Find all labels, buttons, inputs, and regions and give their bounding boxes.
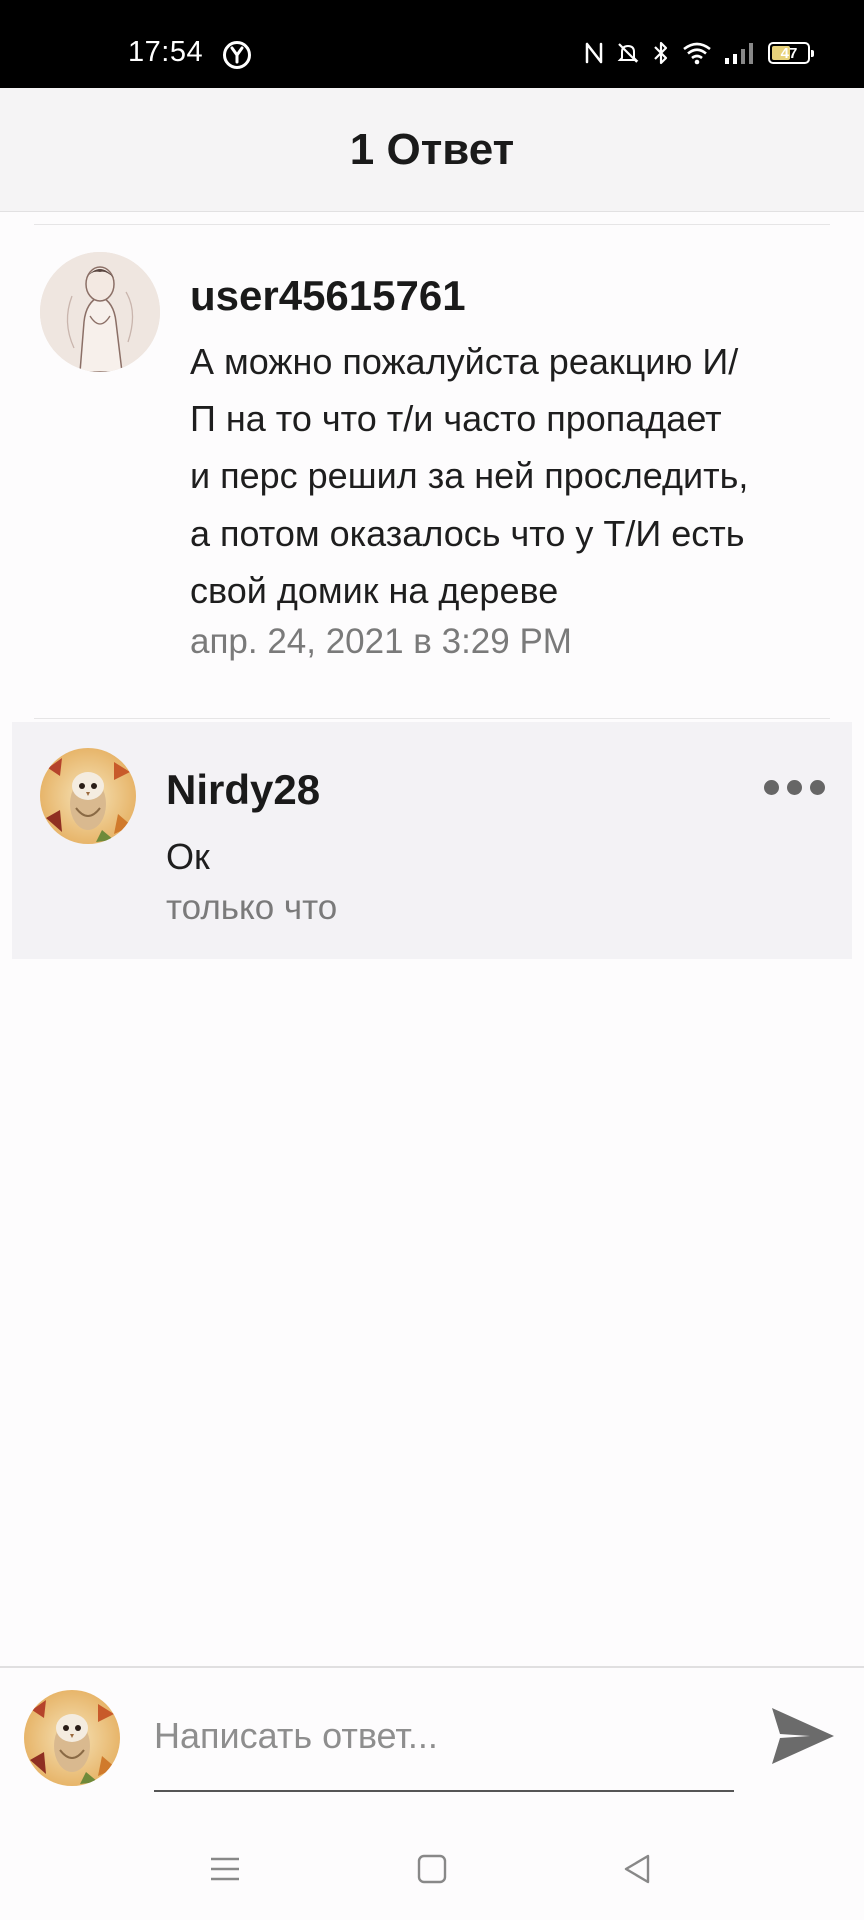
comment-line: свой домик на дереве xyxy=(190,570,559,611)
input-underline xyxy=(154,1790,734,1792)
more-dots-icon xyxy=(787,779,802,795)
avatar[interactable] xyxy=(40,252,160,372)
comment-line: и перс решил за ней проследить, xyxy=(190,455,749,496)
comment-username[interactable]: user45615761 xyxy=(190,272,466,320)
comment-timestamp: апр. 24, 2021 в 3:29 PM xyxy=(190,622,572,661)
reply-input[interactable] xyxy=(154,1706,734,1766)
signal-icon xyxy=(725,43,753,64)
yandex-icon xyxy=(222,40,252,75)
comment-line: А можно пожалуйста реакцию И/ xyxy=(190,341,739,382)
menu-icon[interactable] xyxy=(208,1852,242,1886)
reply-card xyxy=(12,722,852,959)
divider xyxy=(34,718,830,719)
comment-line: П на то что т/и часто пропадает xyxy=(190,398,722,439)
status-time: 17:54 xyxy=(128,36,204,68)
header: 1 Ответ xyxy=(0,88,864,212)
avatar[interactable] xyxy=(40,748,136,844)
reply-username[interactable]: Nirdy28 xyxy=(166,766,320,814)
page-title: 1 Ответ xyxy=(349,124,515,174)
send-button[interactable] xyxy=(766,1702,838,1770)
mute-icon xyxy=(617,43,639,63)
reply-text: Ок xyxy=(166,836,210,877)
avatar xyxy=(24,1690,120,1786)
back-icon[interactable] xyxy=(620,1852,654,1886)
more-dots-icon xyxy=(810,779,825,795)
reply-timestamp: только что xyxy=(166,888,338,927)
more-options-button[interactable] xyxy=(764,774,828,800)
battery-icon: 47 xyxy=(768,42,814,64)
bluetooth-icon xyxy=(654,41,668,65)
home-icon[interactable] xyxy=(415,1852,449,1886)
more-dots-icon xyxy=(764,779,779,795)
comment-line: а потом оказалось что у Т/И есть xyxy=(190,513,745,554)
wifi-icon xyxy=(683,42,711,65)
battery-level: 47 xyxy=(780,44,798,62)
nfc-icon xyxy=(585,42,603,64)
status-icons: 47 xyxy=(584,40,814,66)
status-bar: 17:54 47 xyxy=(0,0,864,88)
send-icon xyxy=(772,1708,834,1764)
divider xyxy=(34,224,830,225)
